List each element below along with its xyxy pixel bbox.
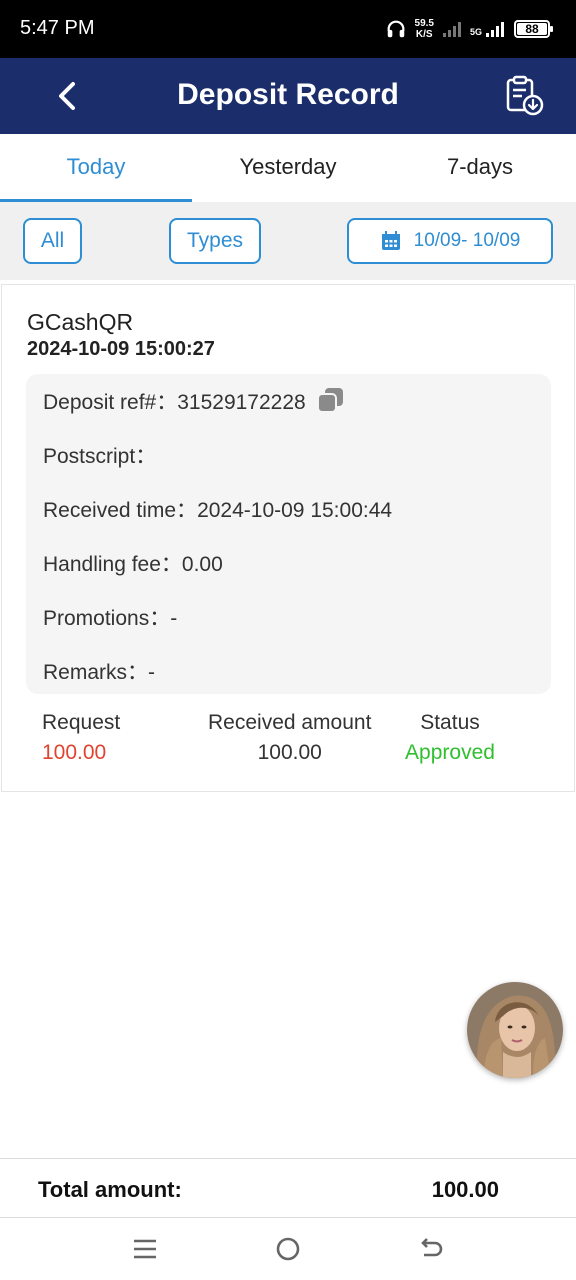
postscript-row: Postscript： xyxy=(43,445,157,468)
copy-button[interactable] xyxy=(316,386,346,420)
signal-weak-icon xyxy=(442,22,461,37)
avatar-image xyxy=(467,982,563,1078)
menu-icon xyxy=(134,1239,156,1259)
status-badge: Approved xyxy=(405,741,495,764)
export-record-button[interactable] xyxy=(502,74,546,118)
promotions-row: Promotions：- xyxy=(43,607,178,630)
home-button[interactable] xyxy=(273,1234,303,1264)
date-range-button[interactable]: 10/09- 10/09 xyxy=(347,218,553,264)
copy-icon xyxy=(316,388,343,414)
total-value: 100.00 xyxy=(431,1177,499,1202)
deposit-ref-row: Deposit ref#：31529172228 xyxy=(43,386,346,420)
recent-apps-button[interactable] xyxy=(130,1234,160,1264)
network-type: 5G xyxy=(470,21,506,37)
received-amount-column: Received amount 100.00 xyxy=(208,711,372,764)
request-column: Request 100.00 xyxy=(42,711,121,764)
record-datetime: 2024-10-09 15:00:27 xyxy=(27,338,215,360)
received-amount: 100.00 xyxy=(257,741,322,764)
system-nav-bar xyxy=(0,1218,576,1280)
status-column: Status Approved xyxy=(401,711,499,765)
handling-fee-row: Handling fee：0.00 xyxy=(43,553,223,576)
headphones-icon xyxy=(387,20,404,38)
filter-types-button[interactable]: Types xyxy=(169,218,261,264)
period-tabs: Today Yesterday 7-days xyxy=(0,134,576,202)
deposit-record-card[interactable]: GCashQR 2024-10-09 15:00:27 Deposit ref#… xyxy=(1,284,575,792)
net-speed: 59.5 K/S xyxy=(414,18,434,40)
back-arrow-icon xyxy=(421,1238,443,1257)
received-time-row: Received time：2024-10-09 15:00:44 xyxy=(43,499,393,522)
signal-strong-icon xyxy=(486,22,504,37)
home-circle-icon xyxy=(276,1237,300,1261)
calendar-icon xyxy=(381,231,400,250)
status-time: 5:47 PM xyxy=(20,17,95,39)
payment-method: GCashQR xyxy=(27,309,134,335)
filter-all-button[interactable]: All xyxy=(23,218,82,264)
tab-yesterday[interactable]: Yesterday xyxy=(192,134,384,202)
remarks-row: Remarks：- xyxy=(43,661,156,684)
request-amount: 100.00 xyxy=(42,741,107,764)
filter-row: All Types 10/09- 10/09 xyxy=(0,202,576,280)
status-bar: 5:47 PM 59.5 K/S 5G 88 xyxy=(0,0,576,58)
date-range-label: 10/09- 10/09 xyxy=(413,230,521,251)
tab-today[interactable]: Today xyxy=(0,134,192,202)
battery-icon: 88 xyxy=(514,20,553,38)
system-back-button[interactable] xyxy=(416,1234,446,1264)
record-details: Deposit ref#：31529172228 Postscript： Rec… xyxy=(26,374,551,694)
total-bar: Total amount: 100.00 xyxy=(0,1158,576,1218)
tab-7-days[interactable]: 7-days xyxy=(384,134,576,202)
record-summary: Request 100.00 Received amount 100.00 St… xyxy=(2,711,576,781)
app-header: Deposit Record xyxy=(0,58,576,134)
total-label: Total amount: xyxy=(38,1177,182,1202)
clipboard-download-icon xyxy=(506,75,544,116)
support-avatar[interactable] xyxy=(467,982,563,1078)
status-icons: 59.5 K/S 5G 88 xyxy=(385,14,553,44)
page-title: Deposit Record xyxy=(177,78,399,111)
deposit-ref-value: 31529172228 xyxy=(177,391,306,414)
